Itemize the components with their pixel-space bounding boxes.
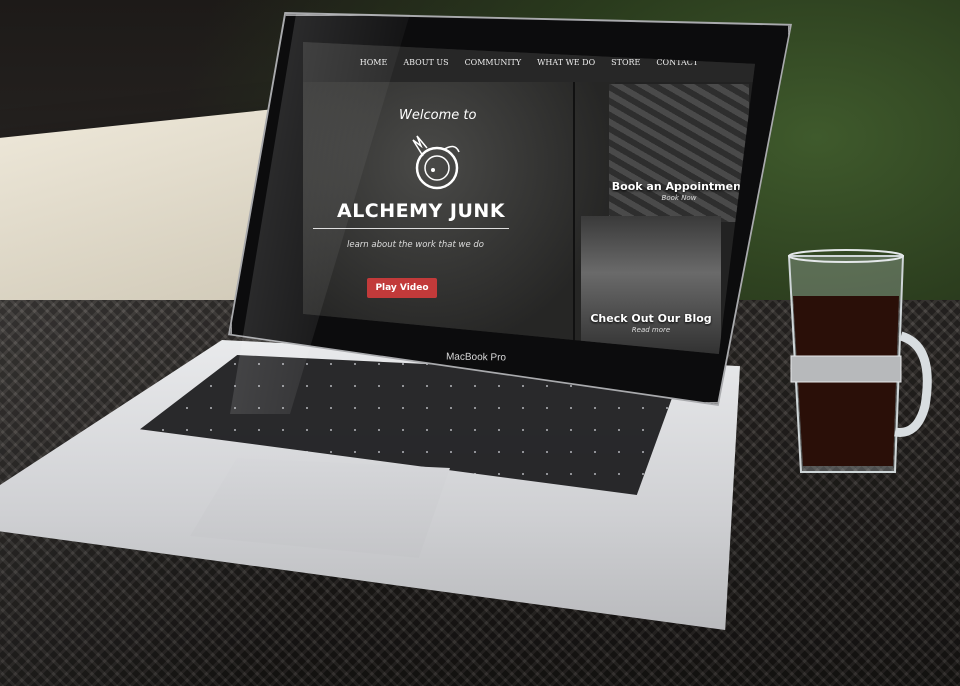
dragon-logo-icon	[412, 135, 460, 190]
laptop-brand-label: MacBook Pro	[445, 351, 507, 364]
nav-about-us[interactable]: ABOUT US	[403, 58, 448, 82]
nav-what-we-do[interactable]: WHAT WE DO	[537, 58, 595, 82]
hero-tagline: learn about the work that we do	[347, 240, 484, 250]
play-video-button[interactable]: Play Video	[367, 278, 437, 298]
tile-title: Check Out Our Blog	[590, 312, 712, 325]
tile-subtitle: Read more	[631, 326, 671, 334]
hero-welcome: Welcome to	[399, 108, 477, 123]
nav-home[interactable]: HOME	[360, 58, 388, 82]
tile-subtitle: Book Now	[661, 194, 697, 202]
nav-contact[interactable]: CONTACT	[656, 58, 698, 82]
tile-title: Book an Appointment	[611, 180, 747, 193]
nav-store[interactable]: STORE	[611, 58, 640, 82]
hero-divider	[313, 228, 509, 229]
blog-tile[interactable]: Check Out Our Blog Read more	[581, 216, 721, 354]
laptop-screen: HOME ABOUT US COMMUNITY WHAT WE DO STORE…	[303, 42, 755, 354]
book-appointment-tile[interactable]: Book an Appointment Book Now	[609, 84, 749, 222]
photo-scene: HOME ABOUT US COMMUNITY WHAT WE DO STORE…	[0, 0, 960, 686]
coffee-cup-icon	[787, 249, 932, 473]
tile-divider	[573, 82, 575, 354]
hero-title: ALCHEMY JUNK	[337, 200, 506, 222]
nav-community[interactable]: COMMUNITY	[465, 58, 522, 82]
